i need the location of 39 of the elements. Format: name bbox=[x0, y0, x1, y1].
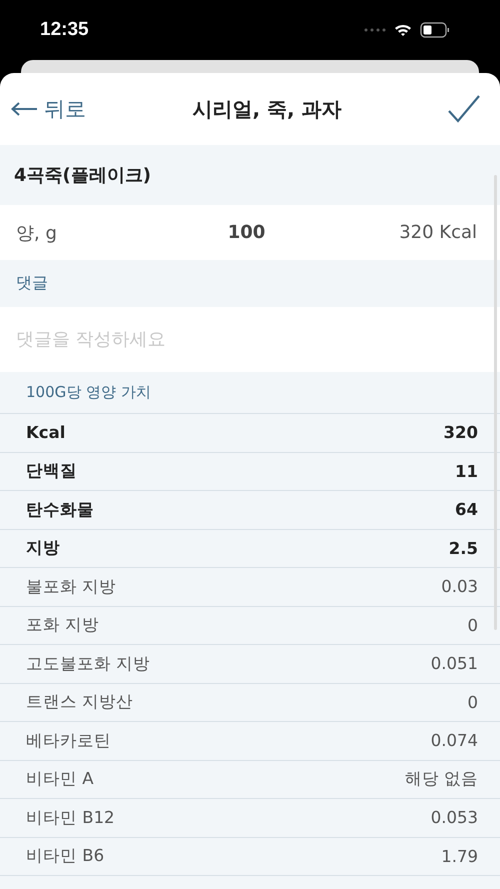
checkmark-icon[interactable] bbox=[448, 95, 480, 123]
nutrient-value: 해당 없음 bbox=[404, 768, 478, 790]
back-button[interactable]: 뒤로 bbox=[10, 95, 86, 123]
nutrient-name: 지방 bbox=[26, 537, 60, 560]
nutrient-name: 비타민 B6 bbox=[26, 845, 104, 868]
wifi-icon bbox=[394, 23, 412, 37]
battery-icon bbox=[420, 22, 450, 38]
nutrient-name: Kcal bbox=[26, 423, 66, 442]
nutrient-value: 0 bbox=[468, 616, 478, 635]
amount-value: 100 bbox=[228, 222, 266, 243]
nutrient-name: 포화 지방 bbox=[26, 614, 100, 636]
nutrient-name: 고도불포화 지방 bbox=[26, 652, 150, 675]
nutrient-name: 비타민 A bbox=[26, 768, 94, 790]
nutrient-value: 64 bbox=[455, 500, 478, 520]
back-arrow-icon bbox=[10, 101, 38, 117]
screen-title: 시리얼, 죽, 과자 bbox=[192, 96, 342, 122]
nutrient-value: 320 bbox=[444, 423, 478, 442]
nutrient-name: 트랜스 지방산 bbox=[26, 691, 134, 714]
nutrient-name: 비타민 B12 bbox=[26, 806, 115, 829]
nutrient-value: 1.79 bbox=[441, 846, 478, 866]
nutrient-value: 0 bbox=[468, 692, 478, 712]
nutrient-name: 단백질 bbox=[26, 460, 77, 482]
section-heading: 100G당 영양 가치 bbox=[26, 383, 151, 402]
nutrient-name: 베타카로틴 bbox=[26, 730, 111, 752]
nutrient-value: 0.074 bbox=[430, 731, 478, 750]
nutrient-name: 탄수화물 bbox=[26, 498, 94, 521]
nutrient-value: 11 bbox=[455, 462, 478, 481]
amount-label: 양, g bbox=[16, 222, 58, 244]
energy-value: 320 Kcal bbox=[398, 222, 477, 243]
amount-row[interactable]: 양, g 100 320 Kcal bbox=[0, 205, 500, 260]
signal-icon bbox=[364, 27, 386, 33]
nutrient-name: 불포화 지방 bbox=[26, 576, 116, 598]
nutrient-value: 2.5 bbox=[448, 538, 478, 558]
nutrient-value: 0.053 bbox=[430, 808, 478, 828]
food-name: 4곡죽(플레이크) bbox=[13, 164, 152, 188]
section-heading: 댓글 bbox=[16, 273, 48, 294]
nutrient-value: 0.03 bbox=[441, 577, 478, 596]
nutrient-value: 0.051 bbox=[430, 654, 478, 674]
status-time: 12:35 bbox=[40, 19, 89, 41]
